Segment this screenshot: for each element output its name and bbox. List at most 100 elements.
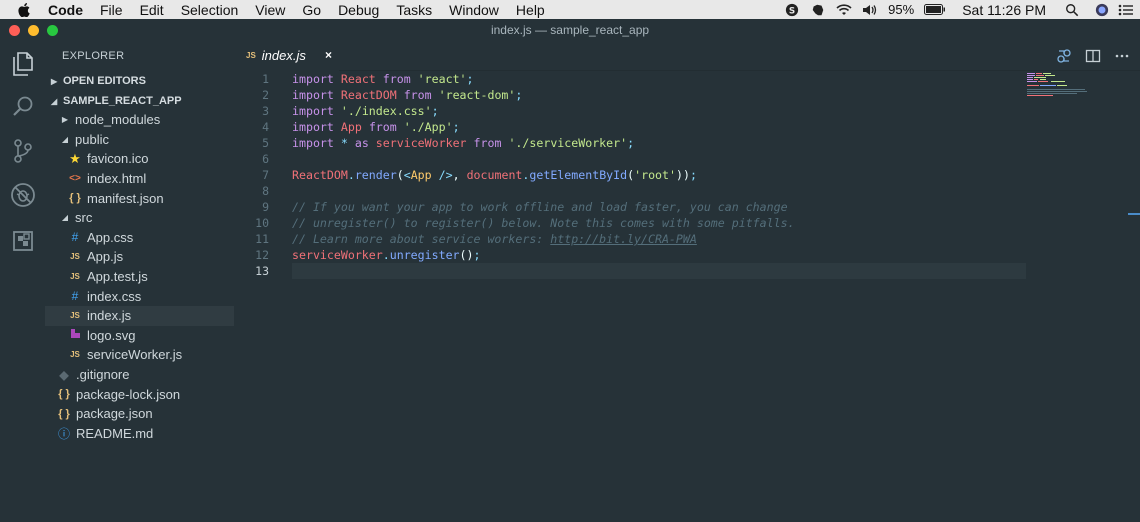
code-line: // unregister() to register() below. Not… bbox=[292, 215, 795, 231]
evernote-icon[interactable] bbox=[810, 3, 826, 17]
menu-tasks[interactable]: Tasks bbox=[396, 2, 432, 18]
code-token: import bbox=[292, 136, 334, 150]
menu-go[interactable]: Go bbox=[302, 2, 321, 18]
minimize-window-button[interactable] bbox=[28, 25, 39, 36]
menu-selection[interactable]: Selection bbox=[181, 2, 239, 18]
code-token[interactable]: http://bit.ly/CRA-PWA bbox=[550, 232, 697, 246]
line-number: 12 bbox=[255, 248, 269, 262]
scrollbar-position-indicator[interactable] bbox=[1128, 213, 1140, 215]
apple-icon[interactable] bbox=[17, 2, 31, 17]
open-changes-icon[interactable] bbox=[1056, 48, 1072, 64]
code-token: App bbox=[410, 168, 432, 182]
open-editors-label: OPEN EDITORS bbox=[63, 75, 146, 87]
code-line: serviceWorker.unregister(); bbox=[292, 247, 481, 263]
code-token: render bbox=[354, 168, 397, 182]
tree-item-node-modules[interactable]: ▶ node_modules bbox=[45, 110, 234, 130]
menu-debug[interactable]: Debug bbox=[338, 2, 379, 18]
line-number: 8 bbox=[262, 184, 269, 198]
tree-item-label: index.html bbox=[87, 171, 147, 187]
svg-text:S: S bbox=[789, 6, 795, 16]
tree-item-logo-svg[interactable]: logo.svg bbox=[45, 326, 234, 346]
code-token: document bbox=[466, 168, 523, 182]
window-title: index.js — sample_react_app bbox=[490, 23, 650, 37]
code-token: import bbox=[292, 72, 334, 86]
line-number: 13 bbox=[255, 264, 269, 278]
skype-icon[interactable]: S bbox=[784, 3, 800, 17]
code-token: ; bbox=[473, 248, 481, 262]
js-file-icon: JS bbox=[70, 350, 80, 360]
open-editors-section[interactable]: ▶ OPEN EDITORS bbox=[45, 71, 234, 91]
tree-item-app-test-js[interactable]: JS App.test.js bbox=[45, 267, 234, 287]
tab-index-js[interactable]: JS index.js × bbox=[234, 41, 339, 71]
json-file-icon: { } bbox=[58, 388, 70, 401]
search-icon[interactable] bbox=[9, 93, 36, 120]
tree-item-package-lock-json[interactable]: { } package-lock.json bbox=[45, 384, 234, 404]
tree-item-gitignore[interactable]: ◆ .gitignore bbox=[45, 365, 234, 385]
tree-item-label: README.md bbox=[76, 425, 154, 441]
code-token: ; bbox=[466, 72, 474, 86]
activity-bar bbox=[0, 41, 45, 522]
code-token: unregister bbox=[389, 248, 460, 262]
svg-file-icon bbox=[67, 328, 83, 342]
close-window-button[interactable] bbox=[9, 25, 20, 36]
html-file-icon: <> bbox=[69, 173, 81, 185]
code-token: // Learn more about service workers: bbox=[292, 232, 551, 246]
volume-icon[interactable] bbox=[862, 3, 878, 17]
menu-app-name[interactable]: Code bbox=[48, 2, 83, 18]
source-control-icon[interactable] bbox=[9, 137, 36, 164]
code-token: ReactDOM bbox=[292, 168, 348, 182]
code-token: serviceWorker bbox=[375, 136, 467, 150]
tree-item-index-html[interactable]: <> index.html bbox=[45, 169, 234, 189]
code-line: import './index.css'; bbox=[292, 103, 439, 119]
project-section[interactable]: ◢ SAMPLE_REACT_APP bbox=[45, 91, 234, 111]
tree-item-service-worker-js[interactable]: JS serviceWorker.js bbox=[45, 345, 234, 365]
spotlight-search-icon[interactable] bbox=[1064, 3, 1080, 17]
menu-view[interactable]: View bbox=[255, 2, 285, 18]
tree-item-app-js[interactable]: JS App.js bbox=[45, 247, 234, 267]
minimap[interactable] bbox=[1027, 71, 1127, 111]
code-token: import bbox=[292, 88, 334, 102]
tree-item-index-css[interactable]: # index.css bbox=[45, 286, 234, 306]
tree-item-app-css[interactable]: # App.css bbox=[45, 228, 234, 248]
tree-item-package-json[interactable]: { } package.json bbox=[45, 404, 234, 424]
more-actions-icon[interactable] bbox=[1114, 48, 1130, 64]
split-editor-icon[interactable] bbox=[1085, 48, 1101, 64]
code-line: ReactDOM.render(<App />, document.getEle… bbox=[292, 167, 697, 183]
zoom-window-button[interactable] bbox=[47, 25, 58, 36]
tree-item-label: node_modules bbox=[75, 112, 161, 128]
window-title-bar: index.js — sample_react_app bbox=[0, 19, 1140, 41]
explorer-icon[interactable] bbox=[9, 50, 36, 77]
menu-window[interactable]: Window bbox=[449, 2, 499, 18]
menu-help[interactable]: Help bbox=[516, 2, 545, 18]
clock[interactable]: Sat 11:26 PM bbox=[962, 2, 1046, 18]
notification-center-icon[interactable] bbox=[1118, 3, 1134, 17]
code-token: getElementById bbox=[529, 168, 628, 182]
macos-menu-bar: Code File Edit Selection View Go Debug T… bbox=[0, 0, 1140, 19]
tree-item-public[interactable]: ◢ public bbox=[45, 130, 234, 150]
menu-edit[interactable]: Edit bbox=[140, 2, 164, 18]
tree-item-label: index.css bbox=[87, 288, 142, 304]
tree-item-index-js[interactable]: JS index.js bbox=[45, 306, 234, 326]
menu-file[interactable]: File bbox=[100, 2, 123, 18]
siri-icon[interactable] bbox=[1094, 3, 1110, 17]
js-file-icon: JS bbox=[246, 50, 256, 60]
chevron-right-icon: ▶ bbox=[51, 76, 58, 86]
code-token: , bbox=[452, 168, 467, 182]
close-tab-icon[interactable]: × bbox=[325, 48, 332, 62]
tree-item-favicon[interactable]: ★ favicon.ico bbox=[45, 149, 234, 169]
battery-icon[interactable] bbox=[924, 4, 946, 15]
js-file-icon: JS bbox=[70, 311, 80, 321]
tree-item-label: App.js bbox=[87, 249, 124, 265]
code-editor[interactable]: 1 2 3 4 5 6 7 8 9 10 11 12 13 import React from 'rea… bbox=[234, 71, 1140, 522]
tree-item-readme-md[interactable]: ⓘ README.md bbox=[45, 424, 234, 444]
tree-item-src[interactable]: ◢ src bbox=[45, 208, 234, 228]
code-token: ; bbox=[627, 136, 635, 150]
debug-icon[interactable] bbox=[9, 181, 36, 208]
tree-item-label: index.js bbox=[87, 308, 132, 324]
chevron-down-icon: ◢ bbox=[51, 96, 58, 106]
extensions-icon[interactable] bbox=[9, 227, 36, 254]
code-line: // Learn more about service workers: htt… bbox=[292, 231, 697, 247]
tree-item-manifest-json[interactable]: { } manifest.json bbox=[45, 188, 234, 208]
wifi-icon[interactable] bbox=[836, 3, 852, 17]
